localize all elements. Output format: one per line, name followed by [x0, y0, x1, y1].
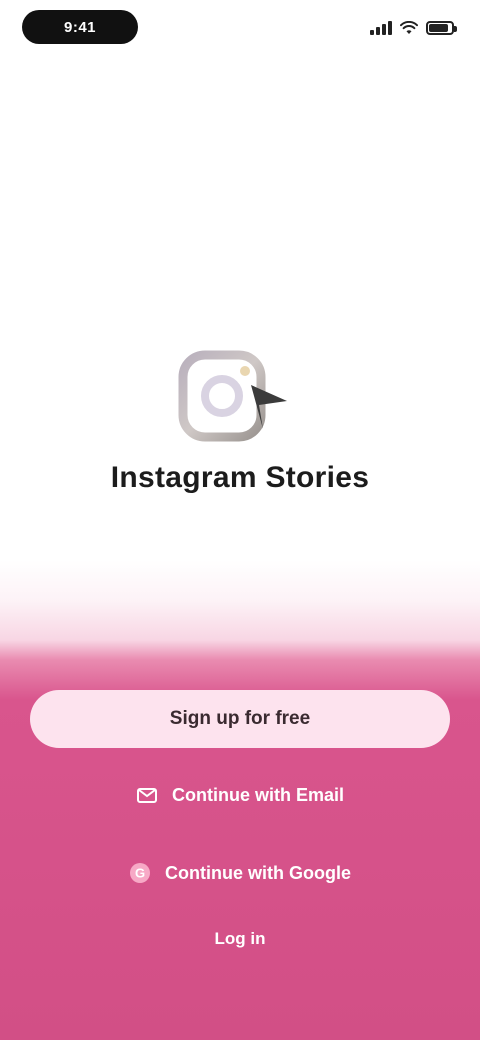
sign-up-button[interactable]: Sign up for free: [30, 690, 450, 748]
continue-email-label: Continue with Email: [171, 784, 344, 805]
svg-text:G: G: [135, 866, 145, 881]
brand-block: Instagram Stories: [0, 345, 480, 495]
status-icons: [370, 18, 457, 38]
continue-email-button[interactable]: Continue with Email: [30, 766, 450, 824]
sign-up-button-label: Sign up for free: [169, 708, 311, 729]
status-time: 9:41: [22, 10, 138, 44]
google-icon: G: [129, 862, 151, 884]
welcome-screen: 9:41 Instagram Stories Sign up for free …: [0, 0, 480, 1040]
continue-google-button[interactable]: G Continue with Google: [30, 844, 450, 902]
wifi-icon: [400, 21, 418, 34]
signal-icon: [370, 21, 392, 35]
app-name: Instagram Stories: [110, 461, 370, 494]
continue-google-label: Continue with Google: [165, 862, 351, 883]
battery-icon: [426, 21, 457, 35]
status-bar: 9:41: [0, 0, 480, 60]
auth-actions: Sign up for free Continue with Email G C…: [0, 690, 480, 950]
instagram-camera-icon: [178, 350, 287, 442]
log-in-link[interactable]: Log in: [209, 928, 272, 950]
email-icon: [136, 784, 158, 806]
